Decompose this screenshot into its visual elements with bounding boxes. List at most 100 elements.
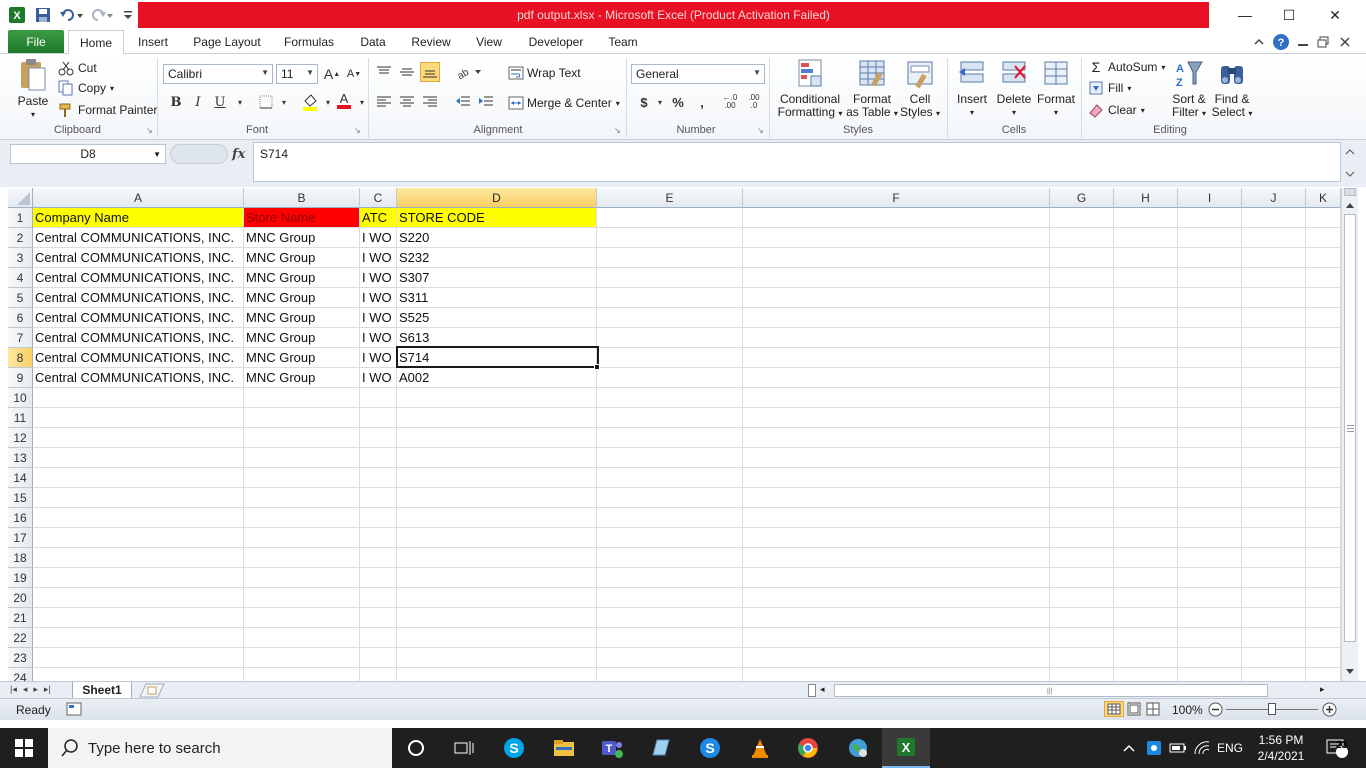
tab-split-box[interactable] bbox=[808, 684, 816, 697]
number-launcher-icon[interactable]: ↘ bbox=[757, 126, 764, 135]
split-box[interactable] bbox=[1344, 188, 1356, 196]
excel-taskbar-icon[interactable]: X bbox=[882, 728, 930, 768]
insert-worksheet-icon[interactable] bbox=[138, 683, 166, 698]
taskbar-search[interactable]: Type here to search bbox=[48, 728, 392, 768]
underline-dropdown-icon[interactable]: ▾ bbox=[230, 92, 250, 112]
start-button[interactable] bbox=[0, 728, 48, 768]
increase-decimal-button[interactable]: ←.0.00 bbox=[720, 92, 740, 112]
format-as-table-button[interactable]: Format as Table ▾ bbox=[846, 58, 898, 124]
clipboard-launcher-icon[interactable]: ↘ bbox=[146, 126, 153, 135]
fill-handle[interactable] bbox=[594, 364, 600, 370]
expand-formula-bar-icon[interactable] bbox=[1343, 144, 1357, 182]
format-painter-button[interactable]: Format Painter bbox=[58, 100, 157, 120]
tab-page-layout[interactable]: Page Layout bbox=[188, 30, 266, 54]
row-header-4[interactable]: 4 bbox=[8, 268, 33, 288]
column-header-a[interactable]: A bbox=[33, 188, 244, 208]
cell-d7[interactable]: S613 bbox=[397, 328, 596, 347]
cell-c7[interactable]: I WO bbox=[360, 328, 396, 347]
row-header-11[interactable]: 11 bbox=[8, 408, 33, 428]
clear-button[interactable]: Clear ▾ bbox=[1088, 100, 1145, 120]
cell-c6[interactable]: I WO bbox=[360, 308, 396, 327]
cell-a3[interactable]: Central COMMUNICATIONS, INC. bbox=[33, 248, 243, 267]
row-header-1[interactable]: 1 bbox=[8, 208, 33, 228]
orientation-button[interactable]: ab bbox=[454, 62, 484, 82]
cell-b8[interactable]: MNC Group bbox=[244, 348, 359, 367]
column-header-b[interactable]: B bbox=[244, 188, 360, 208]
cell-a1[interactable]: Company Name bbox=[33, 208, 243, 227]
row-header-24[interactable]: 24 bbox=[8, 668, 33, 681]
copy-button[interactable]: Copy ▾ bbox=[58, 78, 114, 98]
tab-review[interactable]: Review bbox=[406, 30, 456, 54]
language-indicator[interactable]: ENG bbox=[1214, 728, 1246, 768]
tab-file[interactable]: File bbox=[8, 30, 64, 53]
skype-business-icon[interactable]: S bbox=[686, 728, 734, 768]
undo-icon[interactable] bbox=[58, 6, 84, 24]
font-size-select[interactable]: 11 ▼ bbox=[276, 64, 318, 84]
cell-b5[interactable]: MNC Group bbox=[244, 288, 359, 307]
vlc-icon[interactable] bbox=[736, 728, 784, 768]
row-header-17[interactable]: 17 bbox=[8, 528, 33, 548]
cell-a5[interactable]: Central COMMUNICATIONS, INC. bbox=[33, 288, 243, 307]
redo-icon[interactable] bbox=[88, 6, 114, 24]
align-center-button[interactable] bbox=[397, 92, 417, 112]
column-header-f[interactable]: F bbox=[743, 188, 1050, 208]
cell-c2[interactable]: I WO bbox=[360, 228, 396, 247]
row-header-20[interactable]: 20 bbox=[8, 588, 33, 608]
chrome-icon[interactable] bbox=[784, 728, 832, 768]
help-icon[interactable]: ? bbox=[1272, 33, 1290, 51]
row-header-13[interactable]: 13 bbox=[8, 448, 33, 468]
file-explorer-icon[interactable] bbox=[540, 728, 588, 768]
action-center-button[interactable]: 23 bbox=[1320, 728, 1354, 768]
column-header-j[interactable]: J bbox=[1242, 188, 1306, 208]
row-header-8[interactable]: 8 bbox=[8, 348, 33, 368]
column-header-i[interactable]: I bbox=[1178, 188, 1242, 208]
row-header-10[interactable]: 10 bbox=[8, 388, 33, 408]
column-header-k[interactable]: K bbox=[1306, 188, 1341, 208]
cell-a2[interactable]: Central COMMUNICATIONS, INC. bbox=[33, 228, 243, 247]
wrap-text-button[interactable]: Wrap Text bbox=[508, 63, 581, 83]
align-middle-button[interactable] bbox=[397, 62, 417, 82]
normal-view-button[interactable] bbox=[1104, 701, 1124, 717]
cut-button[interactable]: Cut bbox=[58, 58, 97, 78]
cell-d5[interactable]: S311 bbox=[397, 288, 596, 307]
cell-b1[interactable]: Store Name bbox=[244, 208, 359, 227]
row-header-18[interactable]: 18 bbox=[8, 548, 33, 568]
cell-b9[interactable]: MNC Group bbox=[244, 368, 359, 387]
cell-a6[interactable]: Central COMMUNICATIONS, INC. bbox=[33, 308, 243, 327]
scroll-down-icon[interactable] bbox=[1343, 664, 1357, 678]
font-color-button[interactable]: A bbox=[334, 90, 354, 110]
task-view-icon[interactable] bbox=[440, 728, 488, 768]
cell-d1[interactable]: STORE CODE bbox=[397, 208, 596, 227]
font-color-dropdown-icon[interactable]: ▾ bbox=[352, 92, 372, 112]
tab-developer[interactable]: Developer bbox=[522, 30, 590, 54]
tab-insert[interactable]: Insert bbox=[130, 30, 176, 54]
cell-b2[interactable]: MNC Group bbox=[244, 228, 359, 247]
tab-home[interactable]: Home bbox=[68, 30, 124, 55]
row-header-21[interactable]: 21 bbox=[8, 608, 33, 628]
last-sheet-icon[interactable]: ▸| bbox=[44, 684, 51, 697]
fill-color-button[interactable] bbox=[300, 92, 320, 112]
horizontal-scroll-thumb[interactable]: ||| bbox=[834, 684, 1268, 697]
cell-c5[interactable]: I WO bbox=[360, 288, 396, 307]
tray-chevron-icon[interactable] bbox=[1120, 728, 1138, 768]
formula-input[interactable]: S714 bbox=[253, 142, 1341, 182]
sheet-navigation[interactable]: |◂ ◂ ▸ ▸| bbox=[10, 684, 66, 697]
scroll-right-icon[interactable]: ▸ bbox=[1320, 684, 1332, 697]
collapse-ribbon-icon[interactable] bbox=[1252, 35, 1266, 49]
teams-icon[interactable]: T bbox=[588, 728, 636, 768]
macro-record-icon[interactable] bbox=[66, 702, 82, 716]
column-header-e[interactable]: E bbox=[597, 188, 743, 208]
network-globe-icon[interactable] bbox=[834, 728, 882, 768]
cell-c8[interactable]: I WO bbox=[360, 348, 396, 367]
autosum-button[interactable]: Σ AutoSum ▾ bbox=[1088, 57, 1166, 77]
row-header-22[interactable]: 22 bbox=[8, 628, 33, 648]
workbook-close-icon[interactable] bbox=[1338, 35, 1352, 49]
row-header-5[interactable]: 5 bbox=[8, 288, 33, 308]
merge-center-button[interactable]: Merge & Center ▾ bbox=[508, 93, 620, 113]
cell-c3[interactable]: I WO bbox=[360, 248, 396, 267]
cell-d6[interactable]: S525 bbox=[397, 308, 596, 327]
battery-icon[interactable] bbox=[1168, 728, 1188, 768]
tab-data[interactable]: Data bbox=[352, 30, 394, 54]
page-break-view-button[interactable] bbox=[1145, 702, 1161, 716]
shrink-font-button[interactable]: A ▼ bbox=[344, 64, 364, 84]
